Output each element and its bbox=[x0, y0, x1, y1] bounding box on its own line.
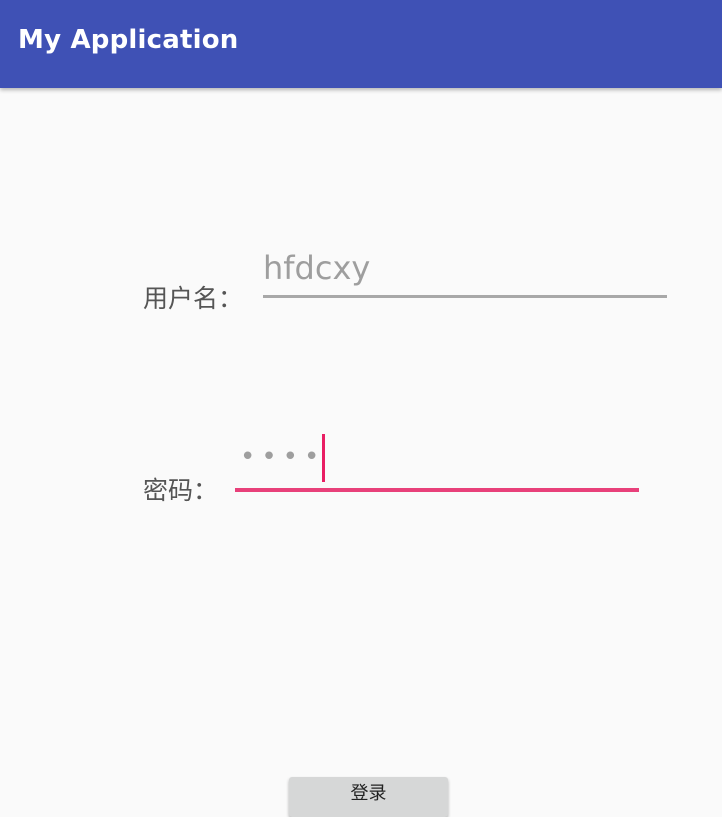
password-underline bbox=[235, 488, 639, 492]
username-input[interactable]: hfdcxy bbox=[263, 248, 667, 298]
password-masked-value: •••• bbox=[240, 442, 326, 472]
text-cursor bbox=[322, 434, 325, 482]
app-title: My Application bbox=[18, 25, 239, 55]
username-label: 用户名： bbox=[143, 284, 244, 313]
login-button[interactable]: 登录 bbox=[289, 777, 448, 817]
password-input[interactable]: •••• bbox=[235, 432, 639, 492]
password-label: 密码： bbox=[143, 476, 219, 505]
username-value: hfdcxy bbox=[263, 249, 371, 287]
username-underline bbox=[263, 295, 667, 298]
app-bar: My Application bbox=[0, 0, 722, 88]
